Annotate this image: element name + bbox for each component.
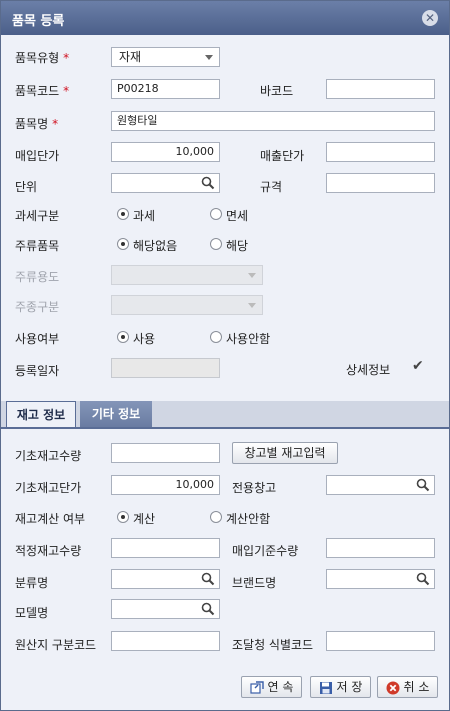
proper-qty-label: 적정재고수량: [15, 544, 82, 558]
base-price-label: 기초재고단가: [15, 481, 82, 495]
continue-icon: [249, 680, 264, 694]
tab-stock-info[interactable]: 재고 정보: [6, 401, 76, 427]
detail-info-label: 상세정보: [346, 363, 391, 377]
warehouse-label: 전용창고: [232, 481, 277, 495]
liquor-option-applicable: 해당: [226, 239, 249, 253]
liquor-use-select: [111, 265, 263, 285]
item-type-label: 품목유형 *: [15, 51, 70, 65]
tax-type-option-exempt: 면세: [226, 209, 249, 223]
cancel-button[interactable]: 취 소: [377, 676, 438, 698]
liquor-kind-select: [111, 295, 263, 315]
cancel-button-label: 취 소: [403, 680, 430, 694]
category-input[interactable]: [111, 569, 220, 589]
floppy-icon: [319, 681, 332, 694]
item-name-label: 품목명 *: [15, 117, 59, 131]
liquor-use-label: 주류용도: [15, 270, 60, 284]
use-yn-option-use: 사용: [133, 332, 156, 346]
use-yn-radio-unused[interactable]: [210, 331, 222, 343]
item-registration-dialog: 품목 등록 ✕ 품목유형 * 자재 품목코드 * P00218 바코드 품목명 * 원…: [0, 0, 450, 711]
unit-label: 단위: [15, 180, 38, 194]
procurement-code-label: 조달청 식별코드: [232, 638, 314, 652]
tab-bar: 재고 정보 기타 정보: [1, 401, 449, 429]
origin-code-label: 원산지 구분코드: [15, 638, 97, 652]
liquor-radio-applicable[interactable]: [210, 238, 222, 250]
base-price-input[interactable]: 10,000: [111, 475, 220, 495]
continue-button[interactable]: 연 속: [241, 676, 302, 698]
purchase-base-qty-input[interactable]: [326, 538, 435, 558]
use-yn-label: 사용여부: [15, 332, 60, 346]
unit-input[interactable]: [111, 173, 220, 193]
origin-code-input[interactable]: [111, 631, 220, 651]
liquor-radio-none[interactable]: [117, 238, 129, 250]
brand-input[interactable]: [326, 569, 435, 589]
magnifier-icon[interactable]: [201, 602, 215, 616]
dialog-title: 품목 등록: [12, 14, 65, 29]
item-type-value: 자재: [119, 50, 142, 64]
warehouse-stock-button[interactable]: 창고별 재고입력: [232, 442, 338, 464]
brand-label: 브랜드명: [232, 576, 277, 590]
tax-type-radio-taxable[interactable]: [117, 208, 129, 220]
close-icon[interactable]: ✕: [422, 10, 438, 26]
purchase-price-label: 매입단가: [15, 149, 60, 163]
item-code-input[interactable]: P00218: [111, 79, 220, 99]
magnifier-icon[interactable]: [201, 572, 215, 586]
tax-type-radio-exempt[interactable]: [210, 208, 222, 220]
magnifier-icon[interactable]: [416, 478, 430, 492]
use-yn-option-unused: 사용안함: [226, 332, 271, 346]
warehouse-input[interactable]: [326, 475, 435, 495]
purchase-price-input[interactable]: 10,000: [111, 142, 220, 162]
stock-calc-option-nocalc: 계산안함: [226, 512, 271, 526]
liquor-label: 주류품목: [15, 239, 60, 253]
stock-calc-label: 재고계산 여부: [15, 512, 86, 526]
save-button[interactable]: 저 장: [310, 676, 371, 698]
sale-price-input[interactable]: [326, 142, 435, 162]
barcode-label: 바코드: [260, 84, 294, 98]
item-name-input[interactable]: 원형타일: [111, 111, 435, 131]
cancel-icon: [386, 681, 400, 694]
item-type-select[interactable]: 자재: [111, 47, 220, 67]
model-label: 모델명: [15, 606, 49, 620]
sale-price-label: 매출단가: [260, 149, 305, 163]
continue-button-label: 연 속: [267, 680, 294, 694]
detail-info-checkbox[interactable]: ✔: [412, 358, 424, 374]
chevron-down-icon: [205, 55, 213, 60]
model-input[interactable]: [111, 599, 220, 619]
category-label: 분류명: [15, 576, 49, 590]
stock-calc-option-calc: 계산: [133, 512, 156, 526]
stock-calc-radio-nocalc[interactable]: [210, 511, 222, 523]
spec-input[interactable]: [326, 173, 435, 193]
tax-type-option-taxable: 과세: [133, 209, 156, 223]
barcode-input[interactable]: [326, 79, 435, 99]
procurement-code-input[interactable]: [326, 631, 435, 651]
item-code-label: 품목코드 *: [15, 84, 70, 98]
liquor-kind-label: 주종구분: [15, 300, 60, 314]
spec-label: 규격: [260, 180, 283, 194]
title-bar: 품목 등록 ✕: [1, 1, 449, 35]
chevron-down-icon: [248, 303, 256, 308]
magnifier-icon[interactable]: [201, 176, 215, 190]
reg-date-input: [111, 358, 220, 378]
use-yn-radio-use[interactable]: [117, 331, 129, 343]
save-button-label: 저 장: [336, 680, 363, 694]
base-qty-input[interactable]: [111, 443, 220, 463]
proper-qty-input[interactable]: [111, 538, 220, 558]
magnifier-icon[interactable]: [416, 572, 430, 586]
liquor-option-none: 해당없음: [133, 239, 178, 253]
purchase-base-qty-label: 매입기준수량: [232, 544, 299, 558]
tab-other-info[interactable]: 기타 정보: [80, 401, 152, 427]
chevron-down-icon: [248, 273, 256, 278]
tax-type-label: 과세구분: [15, 209, 60, 223]
reg-date-label: 등록일자: [15, 364, 60, 378]
stock-calc-radio-calc[interactable]: [117, 511, 129, 523]
base-qty-label: 기초재고수량: [15, 449, 82, 463]
